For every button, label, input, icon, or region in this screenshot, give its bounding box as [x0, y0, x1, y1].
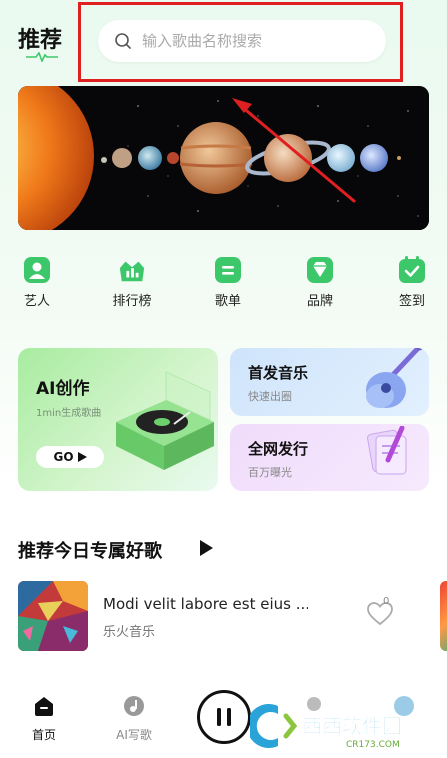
ai-create-card[interactable]: AI创作 1min生成歌曲 GO [18, 348, 218, 491]
nav-label: 艺人 [23, 294, 50, 309]
tab-label-ai-write: AI写歌 [116, 728, 152, 742]
nav-item-ranking[interactable]: 排行榜 [102, 256, 162, 309]
watermark-url: CR173.COM [346, 740, 400, 750]
quick-nav: 艺人 排行榜 歌单 品牌 签到 [0, 256, 447, 309]
pause-icon [217, 708, 231, 726]
play-icon [200, 540, 213, 556]
nav-item-artist[interactable]: 艺人 [7, 256, 67, 309]
watermark: 西西软件园 CR173.COM [246, 700, 440, 752]
go-button[interactable]: GO [36, 446, 104, 468]
tab-label-home: 首页 [31, 728, 56, 742]
next-song-cover[interactable] [440, 581, 447, 651]
nav-label: 歌单 [214, 294, 241, 309]
section-title-recommend: 推荐今日专属好歌 [18, 541, 162, 562]
home-icon [35, 697, 53, 716]
music-card-subtitle: 快速出圈 [248, 390, 292, 403]
heart-icon[interactable] [365, 599, 395, 629]
guitar-icon [366, 348, 429, 408]
ranking-icon [118, 256, 146, 284]
annotation-highlight-box [78, 2, 403, 82]
document-pen-icon [367, 426, 407, 475]
page-title: 推荐 [18, 28, 63, 53]
player-pause-button[interactable] [197, 690, 251, 744]
brand-icon [306, 256, 334, 284]
title-wave-icon [26, 52, 58, 62]
like-count: 0 [383, 596, 390, 607]
watermark-logo-image: 西西软件园 CR173.COM [246, 704, 402, 750]
nav-label: 签到 [398, 294, 425, 309]
checkin-icon [398, 256, 426, 284]
music-card-title: 首发音乐 [248, 364, 309, 382]
song-cover-image [18, 581, 88, 651]
nav-label: 排行榜 [112, 294, 152, 309]
ai-card-title: AI创作 [36, 379, 90, 399]
go-button-label: GO [53, 450, 74, 464]
banner[interactable] [18, 86, 429, 230]
turntable-icon [116, 371, 214, 470]
artist-icon [23, 256, 51, 284]
watermark-text: 西西软件园 [302, 714, 402, 738]
publish-card-subtitle: 百万曝光 [248, 466, 292, 479]
first-release-card[interactable]: 首发音乐 快速出圈 [230, 348, 429, 416]
song-artist: 乐火音乐 [103, 625, 156, 640]
playlist-icon [214, 256, 242, 284]
song-item[interactable]: Modi velit labore est eius ... 乐火音乐 0 [18, 581, 447, 651]
nav-label: 品牌 [306, 294, 333, 309]
play-triangle-icon [77, 452, 87, 462]
play-all-button[interactable] [184, 530, 228, 566]
nav-item-brand[interactable]: 品牌 [290, 256, 350, 309]
nav-item-checkin[interactable]: 签到 [382, 256, 442, 309]
ai-card-subtitle: 1min生成歌曲 [36, 408, 102, 419]
nav-item-playlist[interactable]: 歌单 [198, 256, 258, 309]
tab-home[interactable]: 首页 [14, 694, 74, 743]
publish-card[interactable]: 全网发行 百万曝光 [230, 424, 429, 491]
solar-system-image [18, 86, 429, 230]
song-title: Modi velit labore est eius ... [103, 595, 308, 613]
music-note-icon [124, 696, 144, 716]
tab-ai-write[interactable]: AI写歌 [104, 694, 164, 743]
publish-card-title: 全网发行 [248, 440, 309, 458]
